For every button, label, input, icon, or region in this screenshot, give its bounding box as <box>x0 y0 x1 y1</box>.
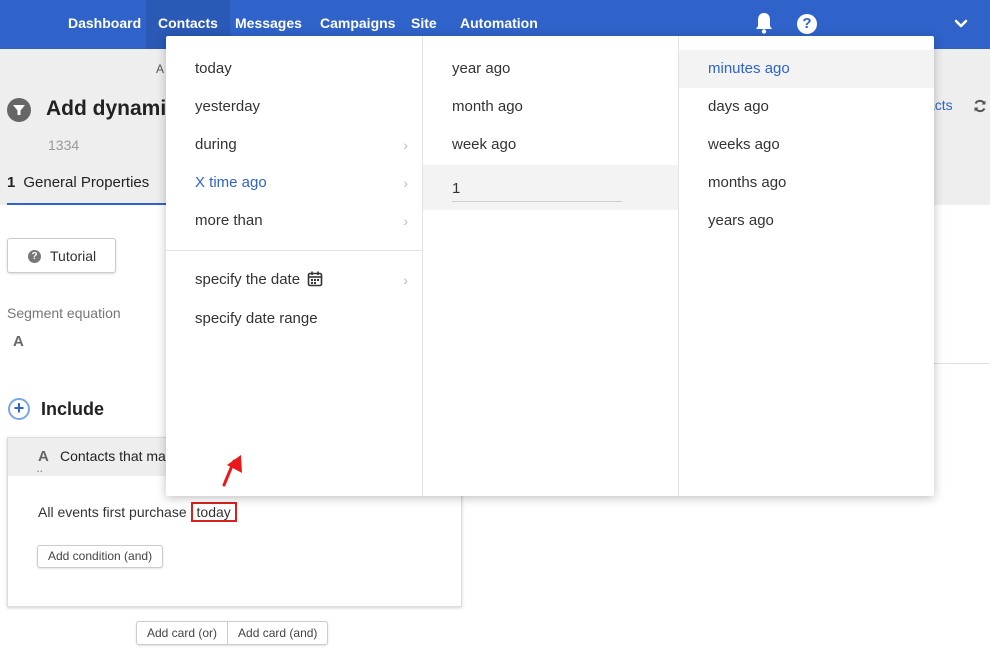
menu-item-label: week ago <box>452 136 517 153</box>
help-icon[interactable]: ? <box>797 14 817 34</box>
menu-item-label: yesterday <box>195 98 261 115</box>
segment-equation-label: Segment equation <box>7 305 121 321</box>
active-tab-indicator <box>7 203 166 205</box>
menu-item-specify-date[interactable]: specify the date › <box>166 261 422 299</box>
menu-item-label: minutes ago <box>708 60 790 77</box>
menu-item-label: more than <box>195 212 263 229</box>
menu-item-years-ago[interactable]: years ago <box>679 202 934 240</box>
menu-item-yesterday[interactable]: yesterday <box>166 88 422 126</box>
add-include-icon[interactable]: + <box>8 398 30 420</box>
divider <box>934 363 990 364</box>
page-title: Add dynamic <box>46 97 178 120</box>
amount-row <box>423 165 678 210</box>
tab-general-properties[interactable]: 1 General Properties <box>7 174 149 191</box>
menu-item-year-ago[interactable]: year ago <box>423 50 678 88</box>
menu-item-label: days ago <box>708 98 769 115</box>
menu-item-weeks-ago[interactable]: weeks ago <box>679 126 934 164</box>
include-heading: Include <box>41 399 105 419</box>
menu-item-label: X time ago <box>195 174 267 191</box>
menu-item-specify-date-range[interactable]: specify date range <box>166 300 422 338</box>
menu-item-today[interactable]: today <box>166 50 422 88</box>
menu-item-days-ago[interactable]: days ago <box>679 88 934 126</box>
chevron-right-icon: › <box>403 137 408 153</box>
menu-item-label: month ago <box>452 98 523 115</box>
card-title: Contacts that ma <box>60 448 166 464</box>
add-card-and-button[interactable]: Add card (and) <box>227 622 327 644</box>
amount-input[interactable] <box>452 175 622 202</box>
menu-item-more-than[interactable]: more than › <box>166 202 422 240</box>
time-ago-column: year ago month ago week ago <box>422 36 678 496</box>
menu-item-label: weeks ago <box>708 136 780 153</box>
menu-item-label: months ago <box>708 174 787 191</box>
chevron-down-icon[interactable] <box>953 16 969 32</box>
add-condition-button[interactable]: Add condition (and) <box>37 545 164 568</box>
time-unit-column: minutes ago days ago weeks ago months ag… <box>678 36 934 496</box>
menu-item-label: year ago <box>452 60 511 77</box>
segment-id: 1334 <box>48 137 80 153</box>
nav-dashboard[interactable]: Dashboard <box>56 0 153 49</box>
menu-item-minutes-ago[interactable]: minutes ago <box>679 50 934 88</box>
card-letter: A <box>38 448 49 465</box>
date-mode-column: today yesterday during › X time ago › more… <box>166 36 422 496</box>
add-card-button-group: Add card (or) Add card (and) <box>136 621 329 645</box>
menu-item-month-ago[interactable]: month ago <box>423 88 678 126</box>
chevron-right-icon: › <box>403 213 408 229</box>
funnel-icon <box>7 98 31 122</box>
add-card-or-button[interactable]: Add card (or) <box>137 622 227 644</box>
condition-date-value[interactable]: today <box>190 502 237 522</box>
bell-icon[interactable] <box>754 12 774 34</box>
menu-item-week-ago[interactable]: week ago <box>423 126 678 164</box>
segment-equation-value: A <box>13 333 24 350</box>
menu-item-label: today <box>195 60 232 77</box>
menu-item-during[interactable]: during › <box>166 126 422 164</box>
chevron-right-icon: › <box>403 175 408 191</box>
menu-item-label: specify the date <box>195 271 301 288</box>
step-label: General Properties <box>23 174 150 191</box>
calendar-icon <box>307 271 323 286</box>
menu-item-x-time-ago[interactable]: X time ago › <box>166 164 422 202</box>
menu-item-label: during <box>195 136 237 153</box>
tutorial-button[interactable]: ? Tutorial <box>7 238 116 273</box>
drag-handle-icon[interactable]: ▪▪ <box>37 469 43 475</box>
menu-item-label: years ago <box>708 212 774 229</box>
question-icon: ? <box>28 250 41 263</box>
annotation-arrow-icon <box>222 455 242 487</box>
condition-prefix: All events first purchase <box>38 504 187 520</box>
menu-item-label: specify date range <box>195 310 318 327</box>
date-picker-dropdown: today yesterday during › X time ago › more… <box>166 36 934 496</box>
tutorial-label: Tutorial <box>50 248 97 264</box>
step-number: 1 <box>7 174 16 191</box>
breadcrumb[interactable]: A <box>156 62 164 76</box>
condition-text: All events first purchase today <box>38 502 237 522</box>
menu-divider <box>166 250 422 251</box>
menu-item-months-ago[interactable]: months ago <box>679 164 934 202</box>
refresh-icon[interactable] <box>973 99 987 113</box>
chevron-right-icon: › <box>403 272 408 288</box>
